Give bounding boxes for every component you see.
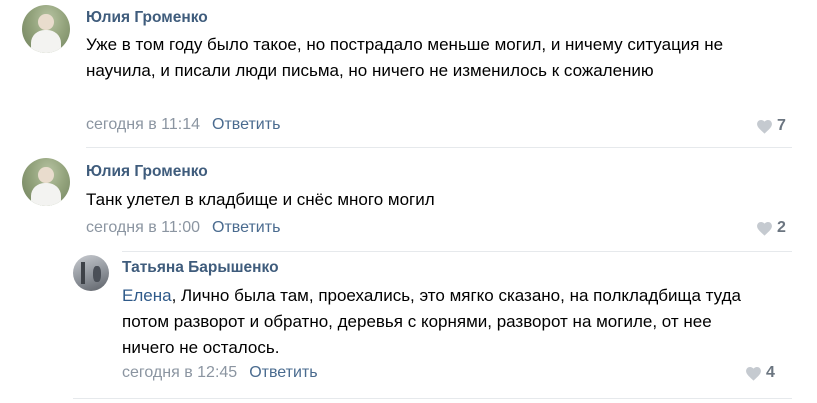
- divider: [73, 398, 792, 399]
- comment-author[interactable]: Юлия Громенко: [86, 163, 208, 181]
- heart-icon: [757, 119, 772, 134]
- comment: Юлия Громенко Танк улетел в кладбище и с…: [0, 148, 817, 252]
- comment-meta: сегодня в 12:45 Ответить: [122, 364, 318, 382]
- reply-button[interactable]: Ответить: [249, 364, 317, 381]
- comment-author[interactable]: Татьяна Барышенко: [122, 259, 279, 277]
- mention-link[interactable]: Елена: [122, 286, 172, 305]
- comment-author[interactable]: Юлия Громенко: [86, 9, 208, 27]
- comment-meta: сегодня в 11:00 Ответить: [86, 219, 280, 237]
- like-button[interactable]: 4: [745, 364, 775, 382]
- comment-body: , Лично была там, проехались, это мягко …: [122, 286, 741, 357]
- comments-thread: Юлия Громенко Уже в том году было такое,…: [0, 0, 817, 403]
- like-button[interactable]: 2: [756, 219, 786, 237]
- comment-text: Танк улетел в кладбище и снёс много моги…: [86, 190, 435, 209]
- comment-time[interactable]: сегодня в 11:14: [86, 116, 200, 133]
- like-count: 4: [766, 364, 775, 381]
- reply-button[interactable]: Ответить: [212, 219, 280, 236]
- comment: Юлия Громенко Уже в том году было такое,…: [0, 0, 817, 148]
- comment-reply: Татьяна Барышенко Елена, Лично была там,…: [0, 252, 817, 403]
- like-count: 2: [777, 219, 786, 236]
- heart-icon: [746, 366, 761, 381]
- like-button[interactable]: 7: [756, 117, 786, 135]
- avatar[interactable]: [73, 255, 109, 291]
- reply-button[interactable]: Ответить: [212, 116, 280, 133]
- comment-time[interactable]: сегодня в 11:00: [86, 219, 200, 236]
- heart-icon: [757, 221, 772, 236]
- avatar[interactable]: [22, 158, 70, 206]
- avatar[interactable]: [22, 5, 70, 53]
- comment-time[interactable]: сегодня в 12:45: [122, 364, 237, 381]
- like-count: 7: [777, 117, 786, 134]
- comment-meta: сегодня в 11:14 Ответить: [86, 116, 280, 134]
- comment-text: Уже в том году было такое, но пострадало…: [86, 35, 724, 80]
- comment-text: Елена, Лично была там, проехались, это м…: [122, 283, 752, 361]
